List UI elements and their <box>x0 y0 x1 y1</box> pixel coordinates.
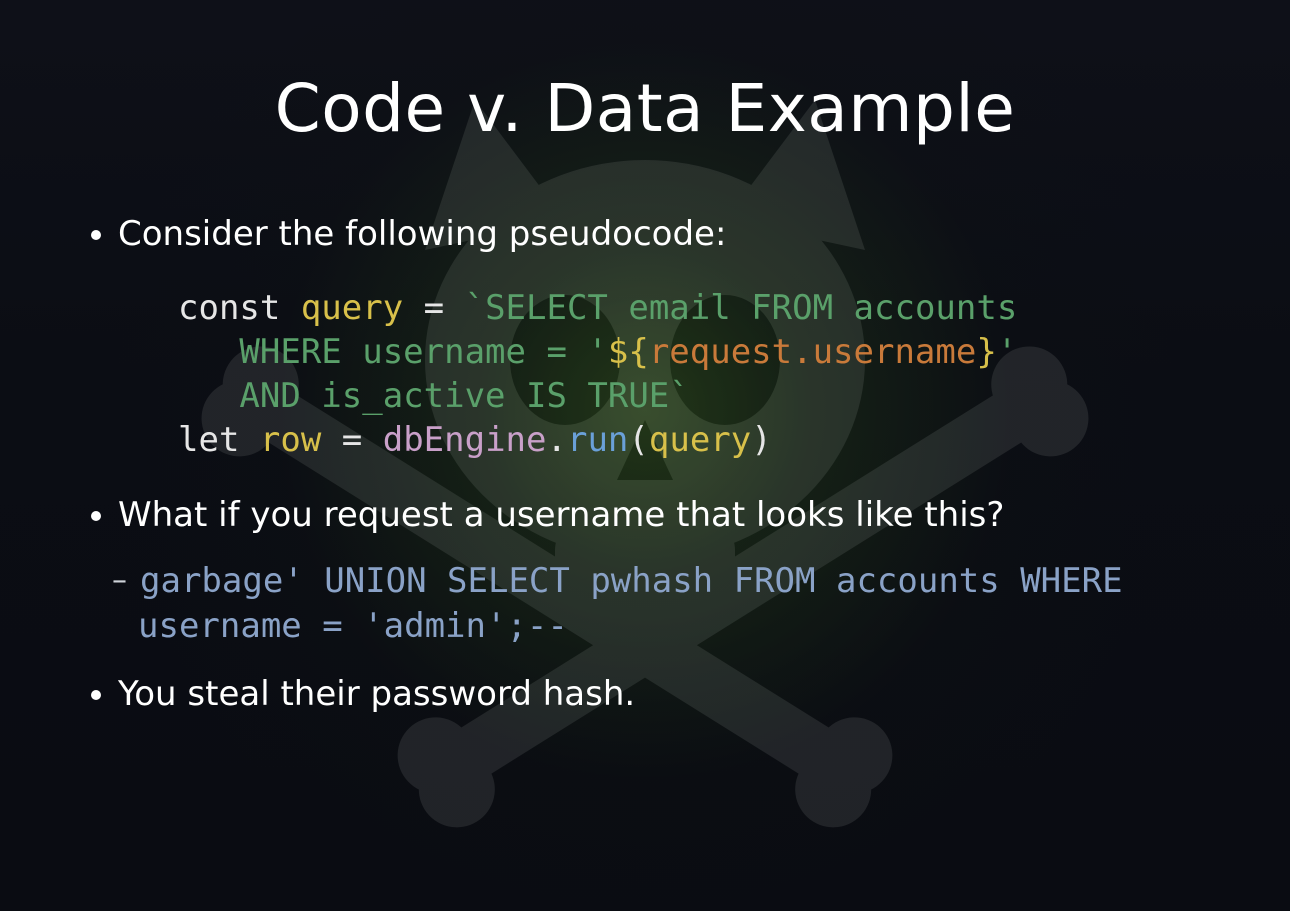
slide: Code v. Data Example Consider the follow… <box>0 0 1290 911</box>
bullet-text-1: Consider the following pseudocode: <box>118 214 726 254</box>
code-argument: query <box>649 420 751 460</box>
code-string: ' <box>997 332 1017 372</box>
code-operator: = <box>403 288 464 328</box>
code-interpolation-brace: } <box>976 332 996 372</box>
sub-bullet-item: garbage' UNION SELECT pwhash FROM accoun… <box>138 559 1230 651</box>
code-block: const query = `SELECT email FROM account… <box>178 286 1230 463</box>
bullet-item-1: Consider the following pseudocode: const… <box>118 212 1230 463</box>
bullet-item-2: What if you request a username that look… <box>118 493 1230 651</box>
code-string: AND is_active IS TRUE` <box>178 376 690 416</box>
bullet-text-3: You steal their password hash. <box>118 674 635 714</box>
code-identifier: query <box>301 288 403 328</box>
code-paren: ( <box>628 420 648 460</box>
bullet-text-2: What if you request a username that look… <box>118 495 1004 535</box>
code-dot: . <box>547 420 567 460</box>
code-object: dbEngine <box>383 420 547 460</box>
injection-payload-code: garbage' UNION SELECT pwhash FROM accoun… <box>138 561 1143 647</box>
slide-title: Code v. Data Example <box>60 70 1230 147</box>
code-identifier: row <box>260 420 321 460</box>
code-interpolation-brace: ${ <box>608 332 649 372</box>
code-string: WHERE username = ' <box>178 332 608 372</box>
code-paren: ) <box>751 420 771 460</box>
code-method: run <box>567 420 628 460</box>
code-operator: = <box>321 420 382 460</box>
bullet-item-3: You steal their password hash. <box>118 672 1230 718</box>
bullet-list: Consider the following pseudocode: const… <box>60 212 1230 718</box>
code-keyword: const <box>178 288 301 328</box>
sub-bullet-list: garbage' UNION SELECT pwhash FROM accoun… <box>118 559 1230 651</box>
code-string: `SELECT email FROM accounts <box>465 288 1018 328</box>
code-keyword: let <box>178 420 260 460</box>
code-interpolation-value: request.username <box>649 332 977 372</box>
